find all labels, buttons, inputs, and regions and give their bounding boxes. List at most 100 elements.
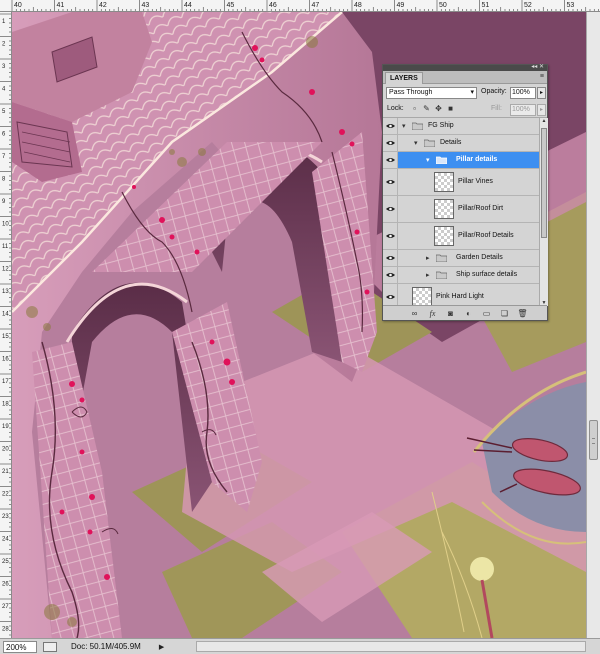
eye-icon[interactable] bbox=[386, 157, 395, 163]
ruler-label: 19 bbox=[2, 424, 9, 430]
layers-tab[interactable]: LAYERS bbox=[385, 72, 423, 84]
ruler-label: 49 bbox=[397, 2, 405, 9]
ruler-label: 22 bbox=[2, 492, 9, 498]
left-ruler-ticks: 1234567891011121314151617181920212223242… bbox=[0, 13, 11, 636]
eye-icon[interactable] bbox=[386, 123, 395, 129]
lock-label: Lock: bbox=[387, 105, 404, 112]
lock-all-icon[interactable]: ■ bbox=[446, 105, 455, 113]
scroll-up-icon[interactable]: ▲ bbox=[540, 118, 548, 124]
fill-label: Fill: bbox=[491, 105, 502, 112]
layer-list-scroll-thumb[interactable] bbox=[541, 128, 547, 238]
mask-icon[interactable]: ◙ bbox=[445, 308, 456, 319]
ruler-label: 11 bbox=[2, 244, 9, 250]
ruler-label: 3 bbox=[2, 64, 6, 70]
fill-slider-arrow-icon[interactable]: ▸ bbox=[537, 104, 546, 116]
ruler-label: 25 bbox=[2, 559, 9, 565]
layer-name: Pillar/Roof Dirt bbox=[458, 205, 504, 212]
expand-triangle-icon[interactable]: ▸ bbox=[426, 271, 430, 279]
fx-icon[interactable]: fx bbox=[427, 308, 438, 319]
eye-icon[interactable] bbox=[386, 140, 395, 146]
ruler-label: 27 bbox=[2, 604, 9, 610]
ruler-label: 16 bbox=[2, 357, 9, 363]
ruler-label: 53 bbox=[567, 2, 575, 9]
layer-name: Pink Hard Light bbox=[436, 293, 484, 300]
vertical-scrollbar[interactable] bbox=[586, 12, 600, 638]
ruler-label: 20 bbox=[2, 447, 9, 453]
folder-icon bbox=[412, 122, 423, 130]
panel-tab-row: LAYERS ≡ bbox=[383, 71, 547, 84]
top-ruler-ticks: 40 41 42 43 44 45 46 47 48 49 50 51 52 53 bbox=[11, 0, 599, 11]
eye-icon[interactable] bbox=[386, 206, 395, 212]
ruler-label: 2 bbox=[2, 42, 6, 48]
layers-panel-footer: ∞ fx ◙ ◐ ▭ ❏ 🗑 bbox=[383, 305, 547, 320]
layer-row-pillar-vines[interactable]: Pillar Vines bbox=[383, 169, 539, 196]
ruler-label: 14 bbox=[2, 312, 9, 318]
layer-row-pillar-roof-dirt[interactable]: Pillar/Roof Dirt bbox=[383, 196, 539, 223]
trash-icon[interactable]: 🗑 bbox=[517, 308, 528, 319]
collapse-triangle-icon[interactable]: ▾ bbox=[402, 122, 406, 130]
eye-icon[interactable] bbox=[386, 233, 395, 239]
vertical-scroll-thumb[interactable] bbox=[589, 420, 598, 460]
folder-icon bbox=[424, 139, 435, 147]
panel-window-controls[interactable]: ◂◂ ✕ bbox=[531, 64, 544, 71]
folder-icon bbox=[436, 254, 447, 262]
eye-icon[interactable] bbox=[386, 255, 395, 261]
ruler-label: 51 bbox=[482, 2, 490, 9]
layer-row-garden-details[interactable]: ▸ Garden Details bbox=[383, 250, 539, 267]
opacity-slider-arrow-icon[interactable]: ▸ bbox=[537, 87, 546, 99]
blend-mode-select[interactable]: Pass Through ▾ bbox=[386, 87, 477, 99]
layer-name: Pillar details bbox=[456, 156, 498, 163]
lock-transparency-icon[interactable]: ▫ bbox=[410, 105, 419, 113]
ruler-label: 45 bbox=[227, 2, 235, 9]
ruler-label: 1 bbox=[2, 19, 6, 25]
layer-list-scrollbar[interactable]: ▲ ▼ bbox=[539, 118, 548, 306]
zoom-field[interactable]: 200% bbox=[3, 640, 37, 653]
lock-row: Lock: ▫ ✎ ✥ ■ Fill: 100% ▸ bbox=[383, 101, 547, 118]
ruler-label: 13 bbox=[2, 289, 9, 295]
link-icon[interactable]: ∞ bbox=[409, 308, 420, 319]
eye-icon[interactable] bbox=[386, 179, 395, 185]
lock-brush-icon[interactable]: ✎ bbox=[422, 105, 431, 113]
ruler-label: 5 bbox=[2, 109, 6, 115]
ruler-label: 42 bbox=[99, 2, 107, 9]
opacity-label: Opacity: bbox=[481, 88, 507, 95]
layer-name: Pillar Vines bbox=[458, 178, 493, 185]
status-menu-arrow-icon[interactable]: ▶ bbox=[159, 643, 164, 651]
collapse-triangle-icon[interactable]: ▾ bbox=[426, 156, 430, 164]
layer-row-ship-surface-details[interactable]: ▸ Ship surface details bbox=[383, 267, 539, 284]
layer-row-fg-ship[interactable]: ▾ FG Ship bbox=[383, 118, 539, 135]
layer-row-pillar-roof-details[interactable]: Pillar/Roof Details bbox=[383, 223, 539, 250]
layer-row-details[interactable]: ▾ Details bbox=[383, 135, 539, 152]
ruler-label: 28 bbox=[2, 627, 9, 633]
eye-icon[interactable] bbox=[386, 294, 395, 300]
layer-thumbnail[interactable] bbox=[434, 226, 454, 246]
opacity-input[interactable]: 100% bbox=[510, 87, 536, 99]
expand-triangle-icon[interactable]: ▸ bbox=[426, 254, 430, 262]
document-profile-icon[interactable] bbox=[43, 641, 57, 652]
folder-icon bbox=[436, 271, 447, 279]
layer-row-pink-hard-light[interactable]: Pink Hard Light bbox=[383, 284, 539, 306]
layer-thumbnail[interactable] bbox=[434, 172, 454, 192]
ruler-label: 7 bbox=[2, 154, 6, 160]
layer-row-pillar-details[interactable]: ▾ Pillar details bbox=[383, 152, 539, 169]
eye-icon[interactable] bbox=[386, 272, 395, 278]
collapse-triangle-icon[interactable]: ▾ bbox=[414, 139, 418, 147]
layer-list: ▾ FG Ship ▾ Details ▾ Pillar details Pil… bbox=[383, 118, 539, 306]
new-layer-icon[interactable]: ❏ bbox=[499, 308, 510, 319]
chevron-down-icon: ▾ bbox=[470, 89, 474, 96]
adjustment-icon[interactable]: ◐ bbox=[463, 308, 474, 319]
layer-name: FG Ship bbox=[428, 122, 454, 129]
ruler-label: 24 bbox=[2, 537, 9, 543]
lock-position-icon[interactable]: ✥ bbox=[434, 105, 443, 113]
new-group-icon[interactable]: ▭ bbox=[481, 308, 492, 319]
layer-thumbnail[interactable] bbox=[434, 199, 454, 219]
layer-thumbnail[interactable] bbox=[412, 287, 432, 306]
panel-menu-icon[interactable]: ≡ bbox=[540, 73, 544, 80]
layer-name: Details bbox=[440, 139, 462, 146]
ruler-label: 15 bbox=[2, 334, 9, 340]
layer-name: Pillar/Roof Details bbox=[458, 232, 514, 239]
fill-input[interactable]: 100% bbox=[510, 104, 536, 116]
folder-icon bbox=[436, 156, 447, 164]
ruler-label: 21 bbox=[2, 469, 9, 475]
horizontal-scrollbar[interactable] bbox=[196, 641, 586, 652]
